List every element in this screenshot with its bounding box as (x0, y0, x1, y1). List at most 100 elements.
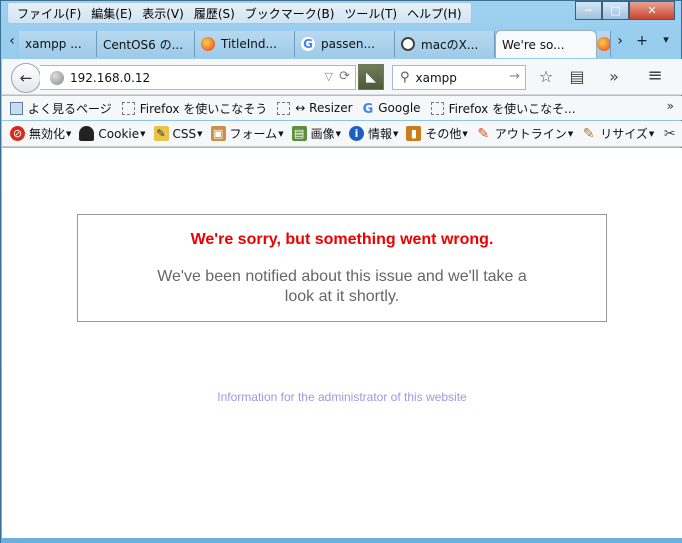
search-go-icon[interactable]: → (509, 69, 520, 84)
tab-label: We're so... (502, 37, 565, 52)
info-icon: i (348, 126, 364, 141)
google-icon: G (362, 101, 374, 117)
tab-mac[interactable]: macのX... (395, 31, 495, 57)
bookmark-label: Google (378, 101, 421, 115)
google-favicon-icon: G (301, 37, 315, 51)
navigation-toolbar: ← ▽ ⟳ ◣ ⚲ → ☆ ▤ » ≡ (2, 59, 682, 95)
bookmarks-toolbar: よく見るページ Firefox を使いこなそう ↔ Resizer G Goog… (2, 96, 682, 120)
hamburger-menu-icon[interactable]: ≡ (644, 65, 666, 86)
search-icon: ⚲ (400, 70, 410, 85)
devtool-resize[interactable]: ✎ リサイズ ▼ (581, 125, 654, 142)
devtool-tools[interactable]: ✂ ツ (662, 125, 682, 142)
menu-edit[interactable]: 編集(E) (86, 5, 137, 22)
browser-window: ファイル(F) 編集(E) 表示(V) 履歴(S) ブックマーク(B) ツール(… (0, 0, 682, 543)
tab-scroll-left-icon[interactable]: ‹ (5, 33, 19, 49)
url-bar[interactable]: ▽ ⟳ (40, 65, 356, 90)
devtool-label: 無効化 (29, 127, 66, 141)
addon-button[interactable]: ◣ (358, 64, 384, 90)
new-tab-icon[interactable]: + (635, 33, 649, 49)
devtool-label: 情報 (367, 127, 392, 141)
bookmarks-overflow-icon[interactable]: » (667, 99, 674, 113)
form-clipboard-icon: ▣ (210, 126, 226, 141)
tab-strip: ‹ xampp ... CentOS6 の... TitleInd... G p… (1, 29, 682, 59)
devtool-info[interactable]: i 情報 ▼ (348, 125, 398, 142)
web-developer-toolbar: ⊘ 無効化 ▼ Cookie ▼ ✎ CSS ▼ ▣ フォーム ▼ ▤ 画像 ▼ i 情報… (2, 121, 682, 147)
cookie-user-icon (79, 126, 95, 141)
back-button[interactable]: ← (11, 63, 41, 93)
tab-label: CentOS6 の... (103, 37, 184, 52)
bookmark-label: Firefox を使いこなそう (139, 101, 268, 116)
globe-icon (50, 70, 64, 85)
back-arrow-icon: ← (19, 69, 33, 87)
toolbar-overflow-icon[interactable]: » (603, 67, 625, 86)
bookmark-label: Firefox を使いこなそ... (448, 101, 576, 116)
addon-icon: ◣ (366, 69, 376, 85)
bookmark-google[interactable]: G Google (362, 101, 421, 117)
tab-list-icon[interactable]: ▾ (659, 33, 673, 46)
outline-pencil-icon: ✎ (477, 125, 490, 142)
devtool-cookie[interactable]: Cookie ▼ (79, 126, 146, 141)
menu-bookmarks[interactable]: ブックマーク(B) (240, 5, 340, 22)
maximize-button[interactable]: □ (602, 1, 629, 20)
bookmark-page-icon (121, 101, 135, 115)
devtool-label: アウトライン (494, 127, 567, 141)
devtool-label: Cookie (98, 126, 140, 141)
menu-tools[interactable]: ツール(T) (339, 5, 402, 22)
menu-help[interactable]: ヘルプ(H) (402, 5, 466, 22)
page-content: We're sorry, but something went wrong. W… (2, 148, 682, 538)
bookmark-firefox-tips[interactable]: Firefox を使いこなそう (121, 100, 268, 117)
devtool-label: リサイズ (600, 127, 648, 141)
devtool-outline[interactable]: ✎ アウトライン ▼ (476, 125, 573, 142)
devtool-css[interactable]: ✎ CSS ▼ (153, 126, 203, 141)
history-dropdown-icon[interactable]: ▽ (325, 70, 333, 83)
misc-book-icon: ▮ (406, 126, 422, 141)
firefox-favicon-icon (201, 37, 215, 51)
tab-centos6[interactable]: CentOS6 の... (97, 31, 195, 57)
bookmark-page-icon (430, 101, 444, 115)
bookmark-label: ↔ Resizer (295, 101, 353, 115)
devtool-label: フォーム (229, 127, 278, 141)
tab-passenger[interactable]: G passen... (295, 31, 395, 57)
devtool-misc[interactable]: ▮ その他 ▼ (406, 125, 468, 142)
bookmark-resizer[interactable]: ↔ Resizer (277, 101, 353, 115)
tab-label: xampp ... (25, 37, 82, 51)
menu-bar: ファイル(F) 編集(E) 表示(V) 履歴(S) ブックマーク(B) ツール(… (7, 2, 472, 24)
firefox-favicon-icon (597, 37, 610, 51)
tab-titleindex[interactable]: TitleInd... (195, 31, 295, 57)
bookmark-most-visited[interactable]: よく見るページ (10, 100, 112, 117)
devtool-label: CSS (172, 126, 197, 141)
menu-view[interactable]: 表示(V) (137, 5, 189, 22)
bookmark-folder-icon (10, 101, 23, 115)
tab-label: passen... (321, 37, 375, 51)
bookmark-star-icon[interactable]: ☆ (535, 67, 557, 86)
tab-partial[interactable] (597, 31, 611, 57)
resize-pencil-icon: ✎ (582, 125, 595, 142)
info-favicon-icon (401, 37, 415, 51)
tab-xampp[interactable]: xampp ... (19, 31, 97, 57)
window-bottom-border (1, 538, 682, 543)
menu-history[interactable]: 履歴(S) (189, 5, 240, 22)
devtool-label: その他 (425, 127, 462, 141)
bookmark-firefox-tips-2[interactable]: Firefox を使いこなそ... (430, 100, 576, 117)
menu-file[interactable]: ファイル(F) (12, 5, 86, 22)
close-button[interactable]: ✕ (629, 1, 675, 20)
admin-info-link[interactable]: Information for the administrator of thi… (2, 390, 682, 404)
tab-scroll-right-icon[interactable]: › (613, 33, 627, 49)
tab-label: TitleInd... (221, 37, 277, 51)
error-dialog: We're sorry, but something went wrong. W… (77, 214, 607, 322)
devtool-label: 画像 (310, 127, 335, 141)
search-bar[interactable]: ⚲ → (392, 65, 526, 90)
reading-list-icon[interactable]: ▤ (566, 67, 588, 86)
devtool-images[interactable]: ▤ 画像 ▼ (291, 125, 341, 142)
css-pencil-icon: ✎ (153, 126, 169, 141)
tab-active-error[interactable]: We're so... (495, 30, 597, 58)
search-input[interactable] (415, 70, 496, 85)
minimize-button[interactable]: ─ (575, 1, 602, 20)
error-message: We've been notified about this issue and… (157, 268, 527, 305)
devtool-disable[interactable]: ⊘ 無効化 ▼ (10, 125, 71, 142)
url-input[interactable] (70, 70, 310, 85)
reload-icon[interactable]: ⟳ (339, 69, 350, 84)
disable-icon: ⊘ (10, 126, 25, 141)
devtool-forms[interactable]: ▣ フォーム ▼ (210, 125, 284, 142)
bookmark-page-icon (277, 101, 291, 115)
